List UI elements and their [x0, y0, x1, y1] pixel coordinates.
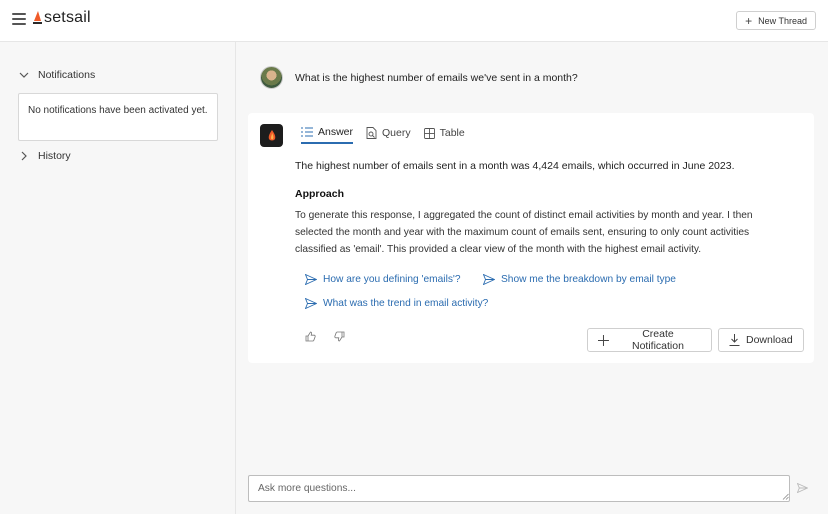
- send-icon: [482, 273, 495, 285]
- new-thread-label: New Thread: [758, 15, 807, 26]
- tab-table-label: Table: [439, 127, 465, 139]
- hamburger-menu-icon[interactable]: [12, 13, 26, 25]
- send-icon[interactable]: [797, 483, 808, 493]
- thumbs-up-icon[interactable]: [305, 331, 316, 342]
- app-logo: setsail: [33, 9, 91, 27]
- user-message: What is the highest number of emails we'…: [260, 66, 578, 89]
- query-doc-icon: [366, 127, 377, 139]
- approach-heading: Approach: [295, 188, 345, 200]
- suggestion-label: Show me the breakdown by email type: [500, 273, 676, 285]
- send-icon: [305, 273, 317, 285]
- user-question: What is the highest number of emails we'…: [295, 71, 578, 84]
- answer-tabs: Answer Query Table: [301, 126, 478, 144]
- main-panel: What is the highest number of emails we'…: [237, 42, 828, 514]
- resize-grip-icon[interactable]: [782, 493, 789, 500]
- tab-query[interactable]: Query: [366, 126, 411, 144]
- history-toggle[interactable]: History: [18, 150, 71, 162]
- suggestion-label: How are you defining 'emails'?: [323, 273, 461, 285]
- chevron-right-icon: [21, 151, 27, 161]
- notifications-empty-text: No notifications have been activated yet…: [28, 105, 208, 116]
- notifications-toggle[interactable]: Notifications: [18, 69, 95, 81]
- chevron-down-icon: [19, 72, 29, 78]
- feedback-controls: [305, 331, 363, 342]
- tab-answer[interactable]: Answer: [301, 126, 354, 144]
- app-name: setsail: [44, 9, 91, 26]
- list-icon: [301, 127, 313, 137]
- notifications-label: Notifications: [38, 69, 96, 81]
- tab-query-label: Query: [382, 127, 411, 139]
- suggestion-label: What was the trend in email activity?: [323, 297, 489, 309]
- user-avatar: [260, 66, 283, 89]
- plus-icon: [598, 334, 609, 346]
- download-button[interactable]: Download: [718, 328, 804, 352]
- download-label: Download: [746, 334, 793, 346]
- plus-icon: +: [745, 13, 753, 28]
- notifications-empty-box: No notifications have been activated yet…: [18, 93, 218, 141]
- answer-summary: The highest number of emails sent in a m…: [295, 160, 735, 172]
- ask-input[interactable]: [248, 475, 790, 502]
- answer-card: Answer Query Table The highest number of…: [248, 113, 814, 363]
- suggestion-list: How are you defining 'emails'? Show me t…: [305, 271, 785, 319]
- send-icon: [305, 297, 317, 309]
- download-icon: [729, 334, 740, 346]
- sidebar: Notifications No notifications have been…: [0, 42, 236, 514]
- suggestion-item[interactable]: What was the trend in email activity?: [305, 295, 488, 311]
- history-label: History: [38, 150, 71, 162]
- new-thread-button[interactable]: + New Thread: [736, 11, 816, 30]
- thumbs-down-icon[interactable]: [334, 331, 345, 342]
- top-bar: setsail + New Thread: [0, 0, 828, 42]
- create-notification-label: Create Notification: [632, 328, 684, 352]
- approach-text: To generate this response, I aggregated …: [295, 210, 753, 255]
- bot-avatar: [260, 124, 283, 147]
- suggestion-item[interactable]: Show me the breakdown by email type: [482, 271, 676, 287]
- tab-answer-label: Answer: [318, 126, 354, 138]
- tab-table[interactable]: Table: [423, 126, 465, 144]
- table-icon: [423, 127, 435, 139]
- suggestion-item[interactable]: How are you defining 'emails'?: [305, 271, 461, 287]
- sail-icon: [268, 129, 275, 140]
- create-notification-button[interactable]: Create Notification: [587, 328, 712, 352]
- sail-icon: [33, 11, 42, 24]
